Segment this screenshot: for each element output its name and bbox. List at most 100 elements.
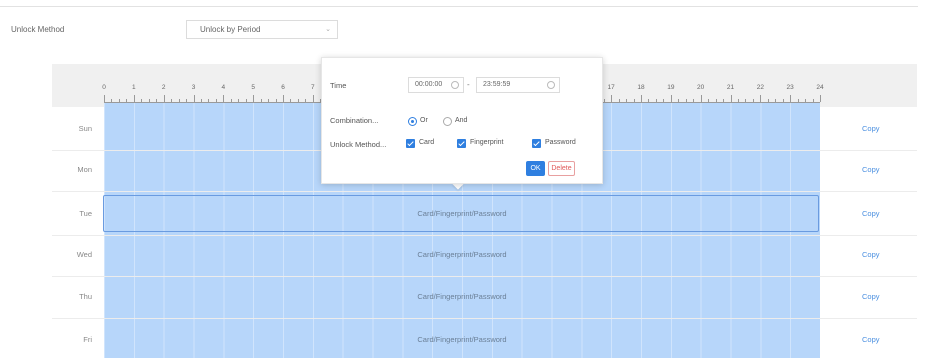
unlock-method-label: Unlock Method <box>11 25 65 34</box>
clock-icon <box>547 81 555 89</box>
ruler-tick <box>208 99 210 102</box>
chevron-down-icon: ⌄ <box>325 26 331 33</box>
hour-tick-label: 4 <box>221 84 226 91</box>
checkbox-fingerprint-label: Fingerprint <box>470 139 504 146</box>
ruler-tick <box>200 99 202 102</box>
ruler-tick <box>283 95 284 102</box>
ruler-tick <box>715 99 717 102</box>
period-text-wed: Card/Fingerprint/Password <box>417 250 507 259</box>
ruler-tick <box>797 99 799 102</box>
row-divider <box>52 318 917 319</box>
hour-tick-label: 1 <box>132 84 136 91</box>
end-time-field[interactable]: 23:59:59 <box>476 77 560 93</box>
ruler-tick <box>223 95 225 102</box>
hour-tick-label: 7 <box>311 84 315 91</box>
period-edit-popup: Time 00:00:00 - 23:59:59 Combination... … <box>321 57 603 184</box>
hour-tick-label: 6 <box>281 84 285 91</box>
ruler-tick <box>312 95 314 102</box>
hour-tick-label: 3 <box>191 84 196 91</box>
hour-tick-label: 21 <box>726 84 735 91</box>
ruler-tick <box>193 95 195 102</box>
ruler-tick <box>215 99 217 102</box>
row-divider <box>52 235 917 236</box>
hour-tick-label: 20 <box>697 84 705 91</box>
ruler-tick <box>268 99 270 102</box>
checkbox-fingerprint[interactable] <box>457 139 466 148</box>
checkbox-password[interactable] <box>532 139 541 148</box>
hour-tick-label: 5 <box>251 84 255 91</box>
ruler-tick <box>186 99 188 102</box>
ruler-tick <box>611 95 613 102</box>
ok-button[interactable]: OK <box>526 161 545 176</box>
time-range-separator: - <box>467 80 470 89</box>
ruler-tick <box>805 99 807 102</box>
ruler-tick <box>693 99 695 102</box>
clock-icon <box>451 81 459 89</box>
hour-tick-label: 0 <box>102 84 106 91</box>
checkbox-password-label: Password <box>545 139 576 146</box>
ruler-tick <box>685 99 687 102</box>
top-divider <box>0 6 918 7</box>
day-label-tue: Tue <box>79 209 92 218</box>
time-label: Time <box>330 81 347 90</box>
ruler-tick <box>118 99 120 102</box>
hour-tick-label: 24 <box>816 84 824 91</box>
copy-link-sun[interactable]: Copy <box>862 124 880 133</box>
copy-link-tue[interactable]: Copy <box>862 209 880 218</box>
day-label-mon: Mon <box>77 165 92 174</box>
day-label-fri: Fri <box>83 335 92 344</box>
unlock-method-value: Unlock by Period <box>200 25 261 34</box>
ruler-tick <box>133 95 135 102</box>
copy-link-mon[interactable]: Copy <box>862 165 880 174</box>
day-label-sun: Sun <box>78 124 92 133</box>
ruler-tick <box>641 95 642 102</box>
ruler-tick <box>126 99 128 102</box>
ruler-tick <box>700 95 702 102</box>
ruler-tick <box>812 99 814 102</box>
ruler-tick <box>626 99 628 102</box>
ruler-tick <box>163 95 165 102</box>
ruler-tick <box>678 99 680 102</box>
copy-link-wed[interactable]: Copy <box>862 250 880 259</box>
ruler-tick <box>730 95 732 102</box>
ruler-tick <box>760 95 762 102</box>
start-time-field[interactable]: 00:00:00 <box>408 77 464 93</box>
ruler-tick <box>655 99 657 102</box>
start-time-value: 00:00:00 <box>415 81 443 88</box>
ruler-tick <box>723 99 725 102</box>
radio-or[interactable] <box>408 117 417 126</box>
ruler-tick <box>603 99 605 102</box>
ruler-tick <box>767 99 769 102</box>
hour-tick-label: 22 <box>756 84 764 91</box>
ruler-tick <box>148 99 150 102</box>
delete-button[interactable]: Delete <box>548 161 575 176</box>
ruler-tick <box>253 95 255 102</box>
ruler-tick <box>245 99 247 102</box>
ruler-tick <box>737 99 739 102</box>
hour-tick-label: 2 <box>161 84 166 91</box>
ruler-tick <box>290 99 292 102</box>
radio-or-label: Or <box>420 117 428 124</box>
unlock-method-select[interactable]: Unlock by Period ⌄ <box>186 20 338 39</box>
ruler-tick <box>141 99 143 102</box>
ruler-tick <box>708 99 710 102</box>
ruler-tick <box>111 99 113 102</box>
hour-tick-label: 17 <box>607 84 615 91</box>
checkbox-card[interactable] <box>406 139 415 148</box>
copy-link-thu[interactable]: Copy <box>862 292 880 301</box>
ruler-tick <box>230 99 232 102</box>
copy-link-fri[interactable]: Copy <box>862 335 880 344</box>
hour-tick-label: 23 <box>786 84 794 91</box>
selected-day-outline <box>103 195 819 232</box>
ruler-tick <box>790 95 792 102</box>
ruler-tick <box>104 95 105 102</box>
hour-tick-label: 19 <box>667 84 675 91</box>
ruler-tick <box>752 99 754 102</box>
combination-label: Combination... <box>330 116 379 125</box>
ruler-tick <box>156 99 158 102</box>
unlock-method-popup-label: Unlock Method... <box>330 140 387 149</box>
ruler-tick <box>745 99 747 102</box>
ruler-tick <box>178 99 180 102</box>
ruler-tick <box>260 99 262 102</box>
radio-and[interactable] <box>443 117 452 126</box>
